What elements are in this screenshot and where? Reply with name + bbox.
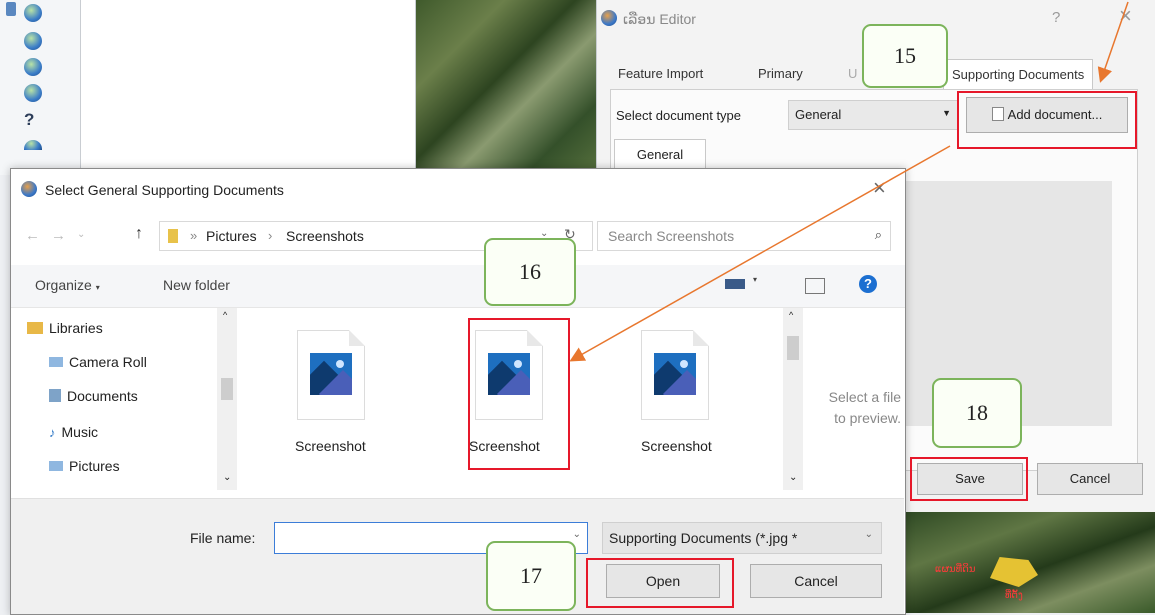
annotation-arrows [569, 1, 1129, 362]
arrow-to-supporting-tab [1097, 1, 1129, 83]
sun-shape [336, 360, 344, 368]
sun-shape [514, 360, 522, 368]
sun-shape [680, 360, 688, 368]
arrow-to-file-thumb [569, 145, 951, 362]
